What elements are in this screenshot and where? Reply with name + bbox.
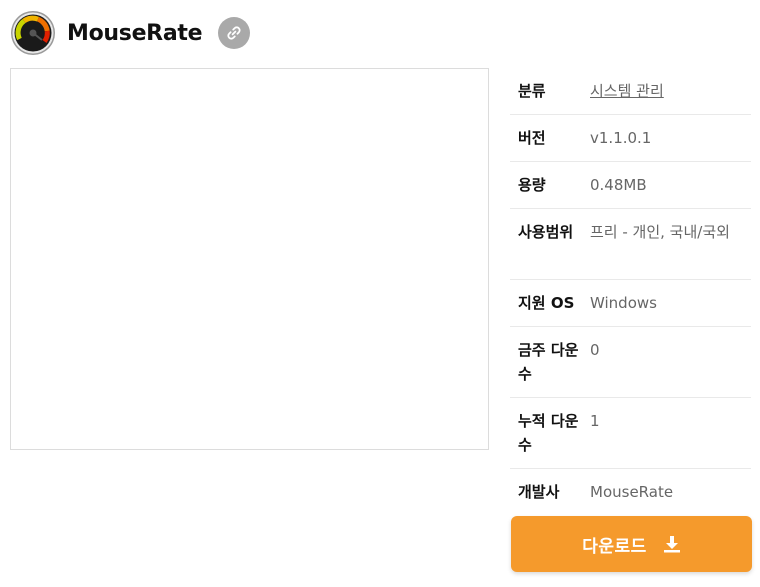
app-title: MouseRate [67,20,203,46]
info-row-version: 버전 v1.1.0.1 [510,115,751,162]
info-label: 분류 [518,82,546,100]
info-table: 분류 시스템 관리 버전 v1.1.0.1 용량 0.48MB 사용범위 프리 … [510,68,751,516]
share-link-button[interactable] [218,17,251,49]
info-row-weekly-downloads: 금주 다운수 0 [510,327,751,398]
download-icon [663,536,680,553]
info-value: 프리 - 개인, 국내/국외 [590,223,730,241]
info-value: 1 [590,412,600,430]
info-row-developer: 개발사 MouseRate [510,469,751,516]
info-label: 금주 다운수 [518,341,579,383]
info-value: 0 [590,341,600,359]
info-label: 개발사 [518,483,560,501]
info-row-license: 사용범위 프리 - 개인, 국내/국외 [510,209,751,280]
info-label: 버전 [518,129,546,147]
download-button[interactable]: 다운로드 [511,516,752,572]
info-row-os: 지원 OS Windows [510,280,751,327]
info-row-size: 용량 0.48MB [510,162,751,209]
category-link[interactable]: 시스템 관리 [590,68,751,114]
info-value: MouseRate [590,483,674,501]
link-icon [227,26,241,40]
download-label: 다운로드 [582,536,647,557]
info-value: Windows [590,294,657,312]
info-row-category: 분류 시스템 관리 [510,68,751,115]
info-value: v1.1.0.1 [590,129,652,147]
info-label: 지원 OS [518,294,575,312]
app-header: MouseRate [10,10,251,56]
info-row-total-downloads: 누적 다운수 1 [510,398,751,469]
info-label: 사용범위 [518,223,574,241]
info-label: 용량 [518,176,546,194]
info-value: 0.48MB [590,176,647,194]
info-label: 누적 다운수 [518,412,579,454]
screenshot-preview [10,68,489,450]
gauge-icon [11,11,55,55]
